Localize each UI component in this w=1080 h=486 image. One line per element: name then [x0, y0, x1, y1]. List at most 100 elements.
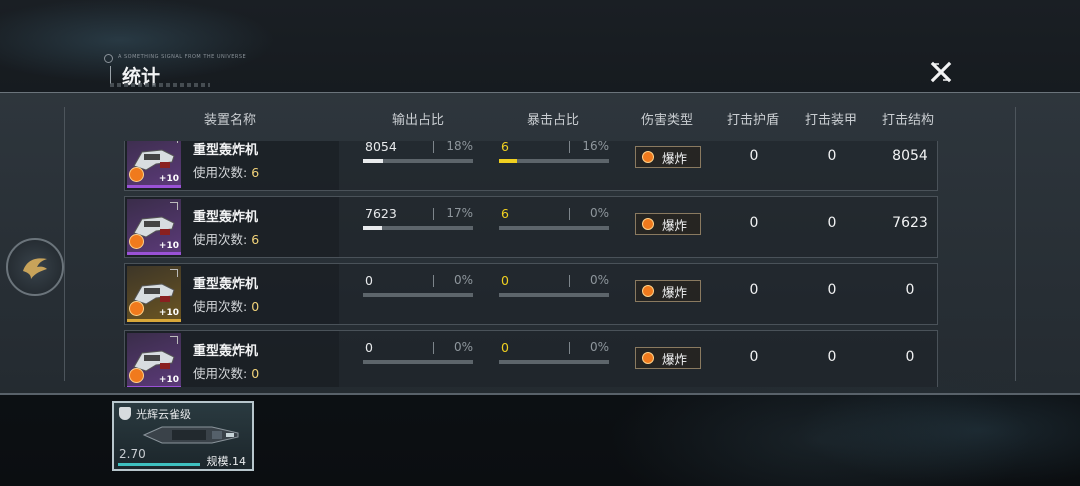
- close-button[interactable]: [926, 58, 956, 86]
- col-header-output: 输出占比: [391, 113, 444, 128]
- explosion-icon: [129, 368, 144, 383]
- explosion-icon: [642, 151, 654, 163]
- output-stat: 0 0%: [363, 273, 475, 309]
- uses-count: 使用次数: 0: [193, 296, 259, 315]
- explosion-icon: [642, 218, 654, 230]
- divider: [433, 208, 434, 220]
- crit-bar-fill: [499, 159, 517, 163]
- bird-emblem-icon: [23, 258, 47, 279]
- uses-label: 使用次数:: [193, 366, 248, 381]
- output-bar: [363, 293, 473, 297]
- output-bar: [363, 226, 473, 230]
- divider: [433, 275, 434, 287]
- divider: [569, 141, 570, 153]
- output-bar-fill: [363, 159, 383, 163]
- output-bar: [363, 159, 473, 163]
- panel-edge-right: [1015, 107, 1016, 381]
- output-stat: 0 0%: [363, 340, 475, 376]
- crit-value: 0: [501, 340, 509, 355]
- output-percent: 17%: [446, 206, 473, 220]
- structure-hit-value: 8054: [892, 148, 928, 164]
- armor-hit-value: 0: [827, 215, 837, 231]
- col-header-structure: 打击结构: [881, 113, 934, 128]
- divider: [433, 342, 434, 354]
- corner-mark: [170, 202, 178, 210]
- equipment-thumbnail: +10: [127, 141, 181, 188]
- table-row[interactable]: +10 重型轰炸机 使用次数: 0 0 0% 0 0% 爆炸 0 0 0: [124, 263, 938, 325]
- damage-type-label: 爆炸: [662, 284, 688, 300]
- header-divider: [110, 66, 111, 84]
- uses-count: 使用次数: 6: [193, 162, 259, 181]
- equipment-thumbnail: +10: [127, 266, 181, 322]
- shield-icon: [119, 407, 131, 420]
- ship-card[interactable]: 光辉云雀级 2.70 规模.14: [112, 401, 254, 471]
- panel-edge-left: [64, 107, 65, 381]
- equipment-name: 重型轰炸机: [193, 143, 259, 158]
- divider: [433, 141, 434, 153]
- uses-value: 6: [251, 165, 260, 180]
- stats-list[interactable]: +10 重型轰炸机 使用次数: 6 8054 18% 6 16% 爆炸 0 0 8054 +10 重型…: [124, 141, 938, 387]
- armor-hit-value: 0: [827, 282, 837, 298]
- level-badge: +10: [158, 174, 179, 184]
- output-value: 7623: [365, 206, 397, 221]
- equipment-cell: +10 重型轰炸机 使用次数: 6: [125, 197, 339, 257]
- uses-value: 6: [251, 232, 260, 247]
- equipment-name: 重型轰炸机: [193, 344, 259, 359]
- header-dot-icon: [104, 54, 113, 63]
- uses-count: 使用次数: 0: [193, 363, 259, 382]
- explosion-icon: [642, 352, 654, 364]
- crit-bar: [499, 159, 609, 163]
- damage-type-tag[interactable]: 爆炸: [635, 280, 701, 302]
- crit-value: 0: [501, 273, 509, 288]
- side-menu-button[interactable]: [6, 238, 64, 296]
- ship-cost-bar: [118, 463, 200, 466]
- equipment-name: 重型轰炸机: [193, 277, 259, 292]
- level-badge: +10: [158, 375, 179, 385]
- damage-type-tag[interactable]: 爆炸: [635, 213, 701, 235]
- shield-hit-value: 0: [749, 148, 759, 164]
- uses-label: 使用次数:: [193, 232, 248, 247]
- output-stat: 8054 18%: [363, 141, 475, 175]
- output-value: 0: [365, 273, 373, 288]
- stats-panel: 装置名称 输出占比 暴击占比 伤害类型 打击护盾 打击装甲 打击结构 +10 重型…: [0, 92, 1080, 395]
- header-tagline: A SOMETHING SIGNAL FROM THE UNIVERSE: [118, 54, 247, 60]
- equipment-cell: +10 重型轰炸机使用次数: 6: [125, 141, 339, 190]
- table-row[interactable]: +10 重型轰炸机 使用次数: 0 0 0% 0 0% 爆炸 0 0 0: [124, 330, 938, 387]
- armor-hit-value: 0: [827, 148, 837, 164]
- output-percent: 0%: [453, 340, 473, 354]
- crit-stat: 6 0%: [499, 206, 611, 242]
- crit-stat: 0 0%: [499, 273, 611, 309]
- corner-mark: [170, 141, 178, 143]
- level-badge: +10: [158, 308, 179, 318]
- crit-stat: 6 16%: [499, 141, 611, 175]
- col-header-armor: 打击装甲: [804, 113, 857, 128]
- table-row[interactable]: +10 重型轰炸机 使用次数: 6 7623 17% 6 0% 爆炸 0 0 7623: [124, 196, 938, 258]
- col-header-shield: 打击护盾: [726, 113, 779, 128]
- crit-bar: [499, 293, 609, 297]
- explosion-icon: [642, 285, 654, 297]
- ship-cost: 2.70: [119, 447, 146, 461]
- uses-value: 0: [251, 366, 260, 381]
- crit-bar: [499, 226, 609, 230]
- damage-type-tag[interactable]: 爆炸: [635, 347, 701, 369]
- output-value: 8054: [365, 141, 397, 154]
- damage-type-tag[interactable]: 爆炸: [635, 146, 701, 168]
- corner-mark: [170, 269, 178, 277]
- equipment-thumbnail: +10: [127, 199, 181, 255]
- ship-scale: 规模.14: [206, 455, 247, 468]
- crit-percent: 0%: [589, 340, 609, 354]
- ship-image: [142, 426, 239, 444]
- equipment-cell: +10 重型轰炸机使用次数: 0: [125, 331, 339, 387]
- shield-hit-value: 0: [749, 282, 759, 298]
- explosion-icon: [129, 167, 144, 182]
- damage-type-label: 爆炸: [662, 150, 688, 166]
- uses-label: 使用次数:: [193, 299, 248, 314]
- table-row[interactable]: +10 重型轰炸机使用次数: 6 8054 18% 6 16% 爆炸 0 0 8054: [124, 141, 938, 191]
- divider: [569, 342, 570, 354]
- col-header-name: 装置名称: [203, 113, 256, 128]
- explosion-icon: [129, 301, 144, 316]
- output-stat: 7623 17%: [363, 206, 475, 242]
- shield-hit-value: 0: [749, 215, 759, 231]
- close-x-icon: [930, 61, 952, 83]
- divider: [569, 275, 570, 287]
